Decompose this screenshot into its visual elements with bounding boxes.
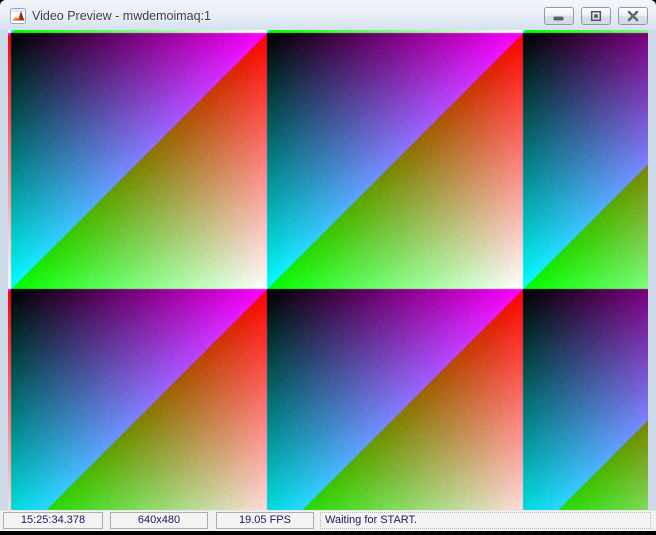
statusbar: 15:25:34.378 640x480 19.05 FPS Waiting f… bbox=[0, 510, 656, 531]
status-resolution: 640x480 bbox=[110, 512, 208, 529]
video-preview-window: Video Preview - mwdemoimaq:1 15:25:34.37… bbox=[0, 0, 656, 531]
minimize-button[interactable] bbox=[544, 7, 574, 25]
status-framerate: 19.05 FPS bbox=[216, 512, 314, 529]
window-title: Video Preview - mwdemoimaq:1 bbox=[32, 9, 212, 23]
video-area bbox=[8, 30, 648, 510]
status-message: Waiting for START. bbox=[320, 512, 651, 529]
maximize-icon bbox=[590, 10, 602, 22]
close-button[interactable] bbox=[618, 7, 648, 25]
matlab-icon bbox=[10, 8, 26, 24]
titlebar[interactable]: Video Preview - mwdemoimaq:1 bbox=[0, 0, 656, 30]
status-timestamp: 15:25:34.378 bbox=[3, 512, 103, 529]
close-icon bbox=[627, 10, 639, 22]
maximize-button[interactable] bbox=[581, 7, 611, 25]
window-controls bbox=[544, 7, 648, 25]
minimize-icon bbox=[553, 16, 564, 21]
video-canvas bbox=[8, 30, 648, 510]
